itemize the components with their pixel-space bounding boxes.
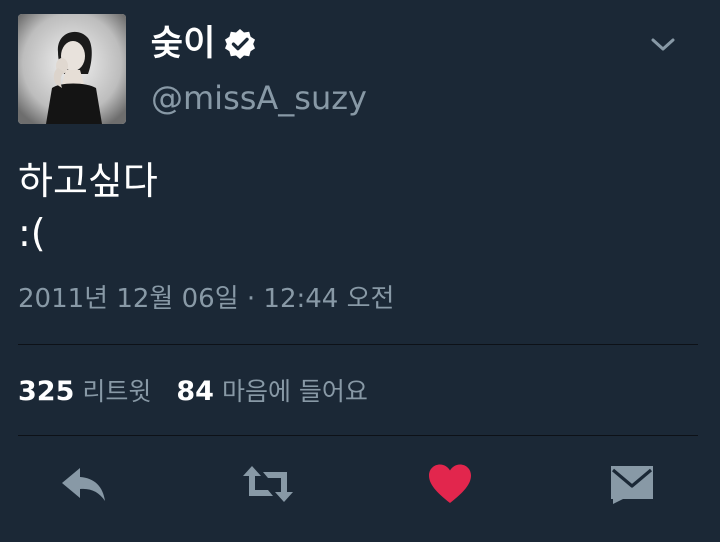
divider bbox=[18, 344, 698, 345]
reply-button[interactable] bbox=[60, 462, 108, 506]
heart-icon bbox=[429, 464, 471, 503]
retweet-button[interactable] bbox=[240, 462, 296, 506]
direct-message-icon bbox=[611, 466, 653, 504]
retweet-count[interactable]: 325 bbox=[18, 372, 74, 412]
direct-message-button[interactable] bbox=[608, 462, 656, 506]
retweet-icon bbox=[243, 466, 293, 502]
display-name[interactable]: 숮이 bbox=[151, 22, 257, 66]
retweet-label[interactable]: 리트윗 bbox=[82, 372, 151, 412]
tweet-text-line: 하고싶다 bbox=[18, 159, 158, 203]
tweet-text-line: :( bbox=[18, 211, 46, 255]
engagement-stats: 325 리트윗 84 마음에 들어요 bbox=[18, 372, 368, 412]
tweet-timestamp[interactable]: 2011년 12월 06일 · 12:44 오전 bbox=[18, 281, 394, 317]
like-label[interactable]: 마음에 들어요 bbox=[222, 372, 368, 412]
username-handle[interactable]: @missA_suzy bbox=[151, 78, 367, 118]
avatar[interactable] bbox=[18, 14, 126, 124]
verified-badge-icon bbox=[223, 27, 257, 61]
display-name-text[interactable]: 숮이 bbox=[151, 22, 215, 66]
like-count[interactable]: 84 bbox=[176, 372, 214, 412]
divider bbox=[18, 435, 698, 436]
tweet-text: 하고싶다 :( bbox=[18, 155, 158, 259]
chevron-down-icon[interactable] bbox=[648, 30, 678, 60]
like-button[interactable] bbox=[426, 462, 474, 506]
reply-icon bbox=[62, 468, 105, 501]
